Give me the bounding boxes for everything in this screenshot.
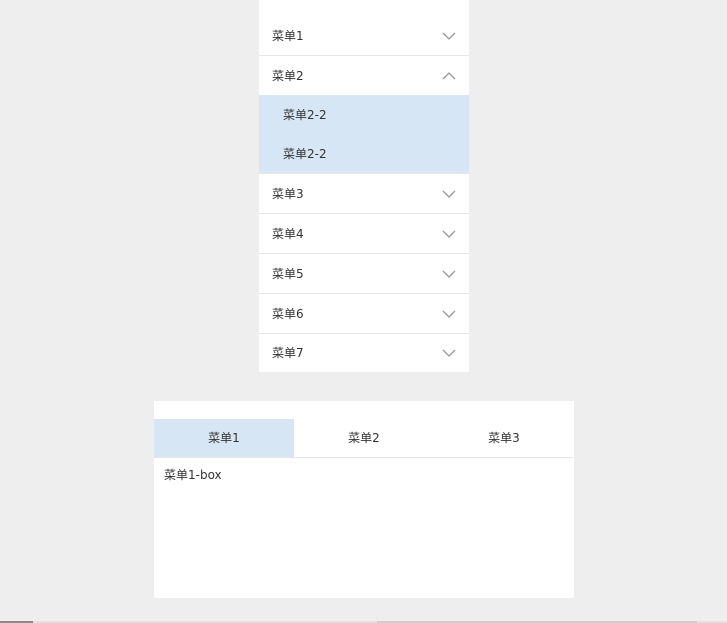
- tab-label: 菜单3: [488, 431, 520, 445]
- accordion-subitem-label: 菜单2-2: [283, 146, 327, 161]
- accordion-subitem-label: 菜单2-2: [283, 107, 327, 122]
- accordion-item-label: 菜单6: [272, 306, 304, 321]
- accordion-item-label: 菜单4: [272, 226, 304, 241]
- tab-menu-2[interactable]: 菜单2: [294, 419, 434, 457]
- tab-menu-3[interactable]: 菜单3: [434, 419, 574, 457]
- accordion-item-label: 菜单5: [272, 266, 304, 281]
- chevron-down-icon: [442, 230, 456, 238]
- tab-content: 菜单1-box: [164, 468, 222, 482]
- chevron-up-icon: [442, 71, 456, 79]
- chevron-down-icon: [442, 270, 456, 278]
- accordion-item-1[interactable]: 菜单1: [259, 17, 469, 56]
- accordion-item-label: 菜单3: [272, 186, 304, 201]
- tabs-panel: 菜单1 菜单2 菜单3 菜单1-box: [154, 401, 574, 598]
- accordion-item-label: 菜单2: [272, 68, 304, 83]
- tab-label: 菜单2: [348, 431, 380, 445]
- accordion-subitem-1[interactable]: 菜单2-2: [259, 95, 469, 134]
- accordion-item-4[interactable]: 菜单4: [259, 214, 469, 254]
- accordion-item-6[interactable]: 菜单6: [259, 294, 469, 334]
- accordion-item-5[interactable]: 菜单5: [259, 254, 469, 294]
- tab-bar: 菜单1 菜单2 菜单3: [154, 419, 574, 458]
- accordion-submenu: 菜单2-2 菜单2-2: [259, 95, 469, 174]
- chevron-down-icon: [442, 190, 456, 198]
- chevron-down-icon: [442, 349, 456, 357]
- accordion-top-spacer: [259, 0, 469, 17]
- chevron-down-icon: [442, 32, 456, 40]
- tab-menu-1[interactable]: 菜单1: [154, 419, 294, 457]
- tab-label: 菜单1: [208, 431, 240, 445]
- chevron-down-icon: [442, 310, 456, 318]
- accordion-item-2[interactable]: 菜单2: [259, 56, 469, 95]
- accordion-subitem-2[interactable]: 菜单2-2: [259, 134, 469, 173]
- accordion-menu: 菜单1 菜单2 菜单2-2 菜单2-2 菜单3 菜单4 菜单5 菜单6 菜单7: [259, 0, 469, 372]
- accordion-item-7[interactable]: 菜单7: [259, 334, 469, 372]
- accordion-item-3[interactable]: 菜单3: [259, 174, 469, 214]
- accordion-item-label: 菜单1: [272, 29, 304, 43]
- accordion-item-label: 菜单7: [272, 346, 304, 360]
